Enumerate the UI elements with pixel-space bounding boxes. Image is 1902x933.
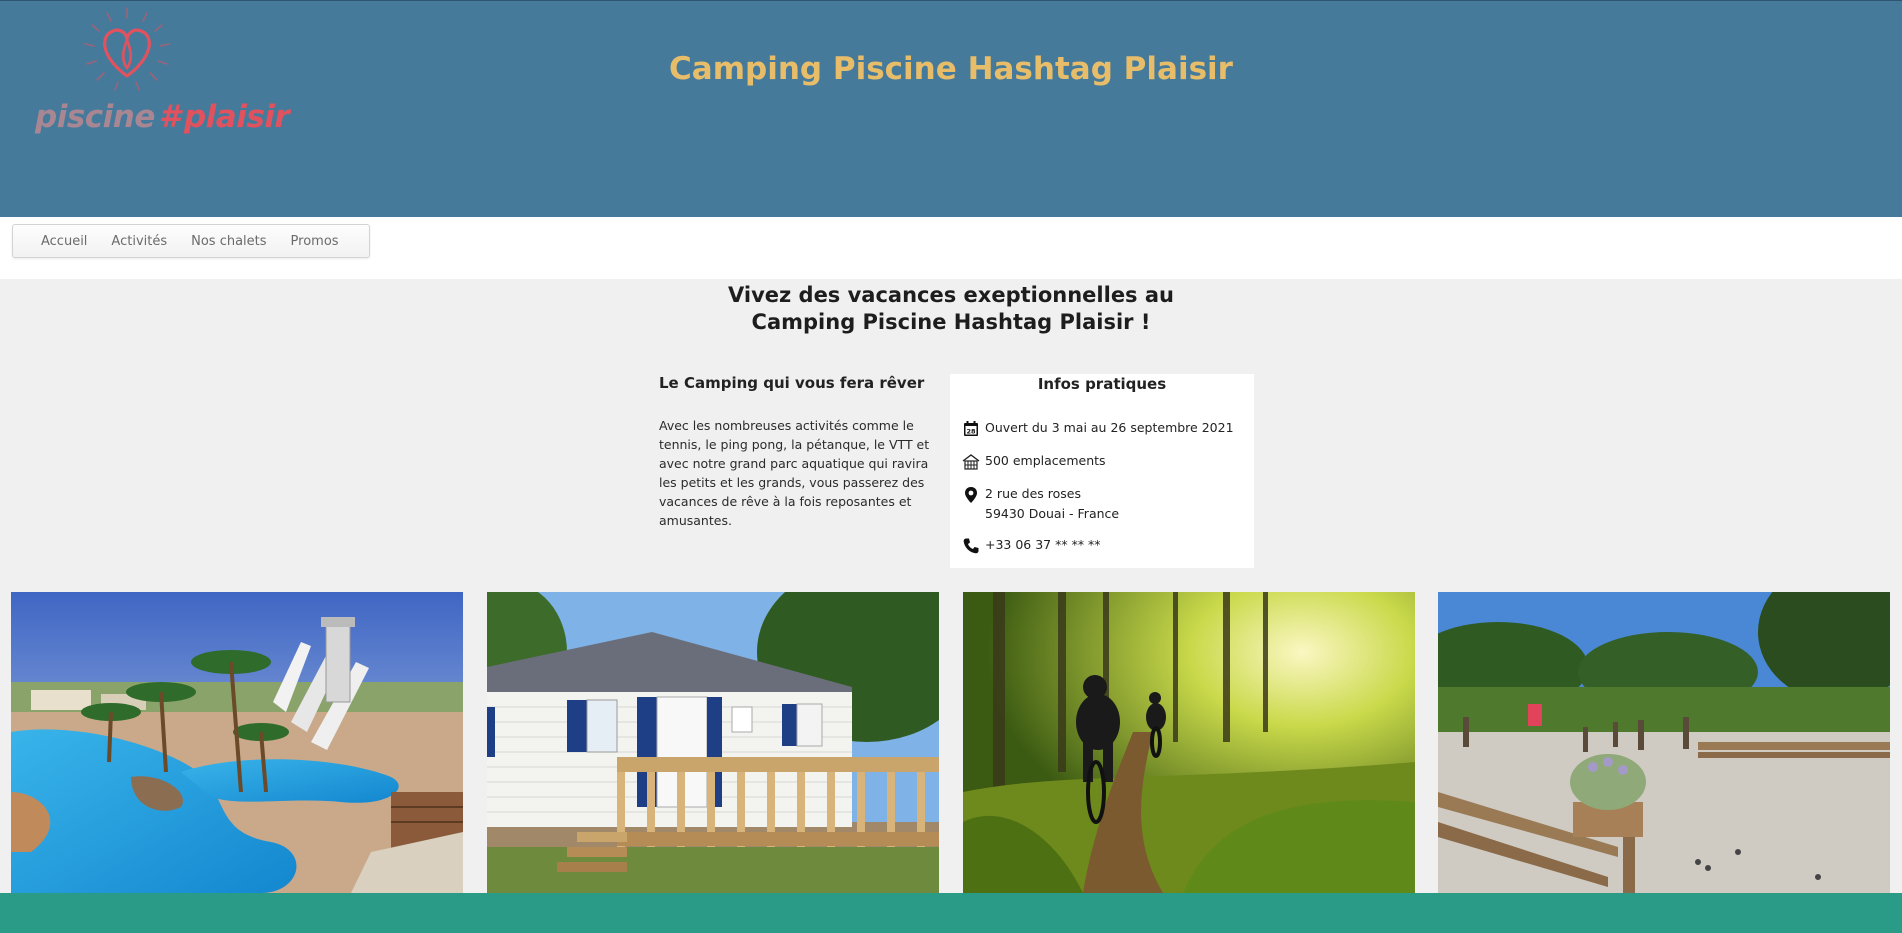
infos-title: Infos pratiques bbox=[1037, 375, 1167, 393]
main-heading: Vivez des vacances exeptionnelles au Cam… bbox=[0, 282, 1902, 336]
main-navbar: Accueil Activités Nos chalets Promos bbox=[12, 224, 370, 258]
address-line1: 2 rue des roses bbox=[985, 486, 1081, 501]
info-opening-row: 28 Ouvert du 3 mai au 26 septembre 2021 bbox=[962, 418, 1234, 438]
info-spots-row: 500 emplacements bbox=[962, 451, 1106, 471]
gallery-photo-chalet bbox=[487, 592, 939, 893]
site-footer bbox=[0, 893, 1902, 933]
gallery-photo-petanque bbox=[1438, 592, 1890, 893]
nav-band: Accueil Activités Nos chalets Promos bbox=[0, 217, 1902, 279]
petanque-image bbox=[1438, 592, 1890, 893]
logo-word-plaisir: plaisir bbox=[183, 99, 290, 135]
about-text: Avec les nombreuses activités comme le t… bbox=[659, 418, 930, 528]
logo-wordmark: piscine # plaisir bbox=[35, 99, 290, 135]
calendar-icon: 28 bbox=[964, 421, 978, 436]
campsite-icon bbox=[962, 454, 980, 470]
site-title: Camping Piscine Hashtag Plaisir bbox=[669, 51, 1233, 87]
nav-link-nos-chalets[interactable]: Nos chalets bbox=[191, 234, 266, 249]
nav-link-activites[interactable]: Activités bbox=[111, 234, 167, 249]
site-header: piscine # plaisir Camping Piscine Hashtag … bbox=[0, 0, 1902, 217]
main-heading-line1: Vivez des vacances exeptionnelles au bbox=[727, 283, 1174, 307]
gallery-photo-aquatic-park bbox=[11, 592, 463, 893]
nav-link-promos[interactable]: Promos bbox=[291, 234, 339, 249]
photo-gallery bbox=[0, 592, 1902, 893]
infos-pratiques-card: Infos pratiques 28 Ouvert du 3 mai au 26… bbox=[950, 374, 1254, 568]
main-heading-line2: Camping Piscine Hashtag Plaisir ! bbox=[751, 310, 1151, 334]
info-address-row: 2 rue des roses 59430 Douai - France bbox=[962, 484, 1119, 524]
nav-link-accueil[interactable]: Accueil bbox=[41, 234, 87, 249]
info-phone-row: +33 06 37 ** ** ** bbox=[962, 535, 1101, 555]
about-section: Le Camping qui vous fera rêver Avec les … bbox=[659, 374, 944, 530]
info-phone-text: +33 06 37 ** ** ** bbox=[985, 537, 1101, 552]
mountain-bike-image bbox=[963, 592, 1415, 893]
about-title: Le Camping qui vous fera rêver bbox=[659, 374, 925, 392]
phone-icon bbox=[963, 538, 979, 554]
page: piscine # plaisir Camping Piscine Hashtag … bbox=[0, 0, 1902, 933]
info-opening-text: Ouvert du 3 mai au 26 septembre 2021 bbox=[985, 420, 1234, 435]
info-spots-text: 500 emplacements bbox=[985, 453, 1106, 468]
calendar-day: 28 bbox=[966, 427, 976, 435]
gallery-photo-vtt bbox=[963, 592, 1415, 893]
logo-hash: # bbox=[158, 99, 181, 135]
logo-word-piscine: piscine bbox=[35, 99, 155, 135]
info-address: 2 rue des roses 59430 Douai - France bbox=[985, 484, 1119, 524]
aquatic-park-image bbox=[11, 592, 463, 893]
address-line2: 59430 Douai - France bbox=[985, 506, 1120, 521]
chalet-image bbox=[487, 592, 939, 893]
map-pin-icon bbox=[965, 487, 977, 503]
